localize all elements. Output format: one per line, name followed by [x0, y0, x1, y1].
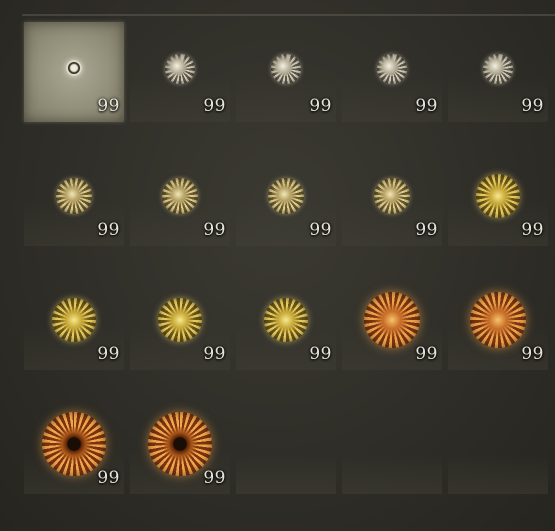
inventory-grid: 99 99 99 99 99 99 99 99 99 99 99 99 99 9… [24, 22, 548, 494]
item-count: 99 [309, 96, 332, 116]
item-count: 99 [203, 468, 226, 488]
smithing-stone-icon [162, 178, 198, 214]
somber-smithing-stone-icon [66, 60, 82, 76]
smithing-stone-icon [271, 54, 301, 84]
smithing-stone-icon [476, 174, 520, 218]
item-count: 99 [521, 220, 544, 240]
inventory-slot[interactable]: 99 [236, 146, 336, 246]
item-count: 99 [97, 468, 120, 488]
smithing-stone-icon [374, 178, 410, 214]
item-count: 99 [309, 344, 332, 364]
item-count: 99 [203, 96, 226, 116]
item-count: 99 [97, 344, 120, 364]
smithing-stone-icon [264, 298, 308, 342]
inventory-slot[interactable]: 99 [130, 22, 230, 122]
item-count: 99 [309, 220, 332, 240]
item-count: 99 [521, 96, 544, 116]
ancient-dragon-smithing-stone-icon [148, 412, 212, 476]
inventory-slot[interactable]: 99 [24, 22, 124, 122]
empty-inventory-slot[interactable] [448, 394, 548, 494]
inventory-slot[interactable]: 99 [236, 270, 336, 370]
inventory-slot[interactable]: 99 [342, 22, 442, 122]
smithing-stone-icon [268, 178, 304, 214]
smithing-stone-icon [377, 54, 407, 84]
inventory-slot[interactable]: 99 [24, 394, 124, 494]
smithing-stone-icon [52, 298, 96, 342]
item-count: 99 [415, 344, 438, 364]
inventory-slot[interactable]: 99 [342, 146, 442, 246]
smithing-stone-icon [483, 54, 513, 84]
inventory-slot[interactable]: 99 [24, 270, 124, 370]
smithing-stone-icon [56, 178, 92, 214]
item-count: 99 [415, 220, 438, 240]
ancient-dragon-smithing-stone-icon [42, 412, 106, 476]
inventory-slot[interactable]: 99 [130, 146, 230, 246]
inventory-slot[interactable]: 99 [448, 270, 548, 370]
inventory-slot[interactable]: 99 [236, 22, 336, 122]
inventory-slot[interactable]: 99 [24, 146, 124, 246]
item-count: 99 [97, 220, 120, 240]
inventory-top-divider [22, 14, 555, 16]
inventory-slot[interactable]: 99 [130, 394, 230, 494]
inventory-slot[interactable]: 99 [448, 22, 548, 122]
smithing-stone-icon [165, 54, 195, 84]
item-count: 99 [203, 344, 226, 364]
smithing-stone-icon [158, 298, 202, 342]
item-count: 99 [97, 96, 120, 116]
item-count: 99 [203, 220, 226, 240]
smithing-stone-icon [470, 292, 526, 348]
inventory-slot[interactable]: 99 [448, 146, 548, 246]
empty-inventory-slot[interactable] [342, 394, 442, 494]
smithing-stone-icon [364, 292, 420, 348]
item-count: 99 [521, 344, 544, 364]
empty-inventory-slot[interactable] [236, 394, 336, 494]
inventory-slot[interactable]: 99 [342, 270, 442, 370]
inventory-slot[interactable]: 99 [130, 270, 230, 370]
item-count: 99 [415, 96, 438, 116]
